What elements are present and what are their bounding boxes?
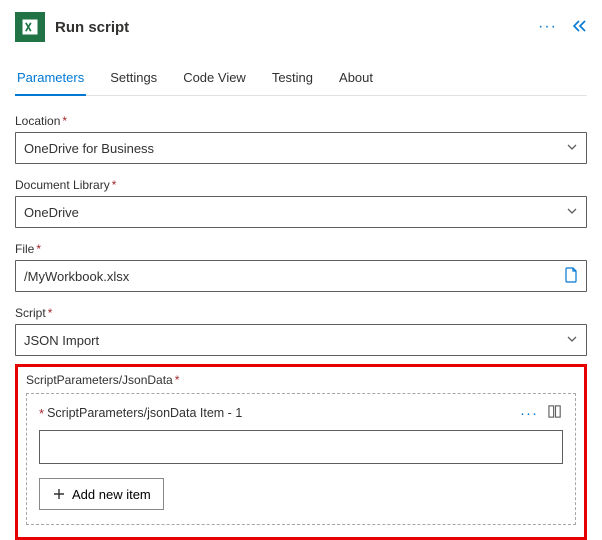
- script-select[interactable]: JSON Import: [15, 324, 587, 356]
- file-input[interactable]: /MyWorkbook.xlsx: [15, 260, 587, 292]
- tab-settings[interactable]: Settings: [108, 62, 159, 95]
- tab-code-view[interactable]: Code View: [181, 62, 248, 95]
- json-data-label: ScriptParameters/JsonData*: [26, 373, 576, 387]
- tab-parameters[interactable]: Parameters: [15, 62, 86, 95]
- chevron-down-icon: [566, 333, 578, 348]
- location-value: OneDrive for Business: [24, 141, 566, 156]
- json-data-section: ScriptParameters/JsonData* * ScriptParam…: [15, 364, 587, 540]
- json-item-label: ScriptParameters/jsonData Item - 1: [47, 406, 242, 420]
- location-select[interactable]: OneDrive for Business: [15, 132, 587, 164]
- more-menu-icon[interactable]: ···: [538, 18, 557, 36]
- tab-about[interactable]: About: [337, 62, 375, 95]
- document-library-value: OneDrive: [24, 205, 566, 220]
- chevron-down-icon: [566, 141, 578, 156]
- tab-testing[interactable]: Testing: [270, 62, 315, 95]
- document-library-label: Document Library*: [15, 178, 587, 192]
- script-value: JSON Import: [24, 333, 566, 348]
- document-library-select[interactable]: OneDrive: [15, 196, 587, 228]
- json-data-array-box: * ScriptParameters/jsonData Item - 1 ···…: [26, 393, 576, 525]
- file-label: File*: [15, 242, 587, 256]
- item-more-icon[interactable]: ···: [520, 405, 538, 422]
- add-new-item-button[interactable]: Add new item: [39, 478, 164, 510]
- file-picker-icon[interactable]: [564, 267, 578, 286]
- file-value: /MyWorkbook.xlsx: [24, 269, 558, 284]
- tab-bar: Parameters Settings Code View Testing Ab…: [15, 62, 587, 96]
- switch-array-icon[interactable]: [548, 404, 563, 422]
- action-title: Run script: [55, 19, 129, 36]
- required-indicator: *: [39, 406, 44, 421]
- chevron-down-icon: [566, 205, 578, 220]
- script-label: Script*: [15, 306, 587, 320]
- location-label: Location*: [15, 114, 587, 128]
- excel-app-icon: [15, 12, 45, 42]
- add-button-label: Add new item: [72, 487, 151, 502]
- collapse-icon[interactable]: [571, 19, 587, 36]
- plus-icon: [52, 487, 66, 501]
- json-item-input[interactable]: [39, 430, 563, 464]
